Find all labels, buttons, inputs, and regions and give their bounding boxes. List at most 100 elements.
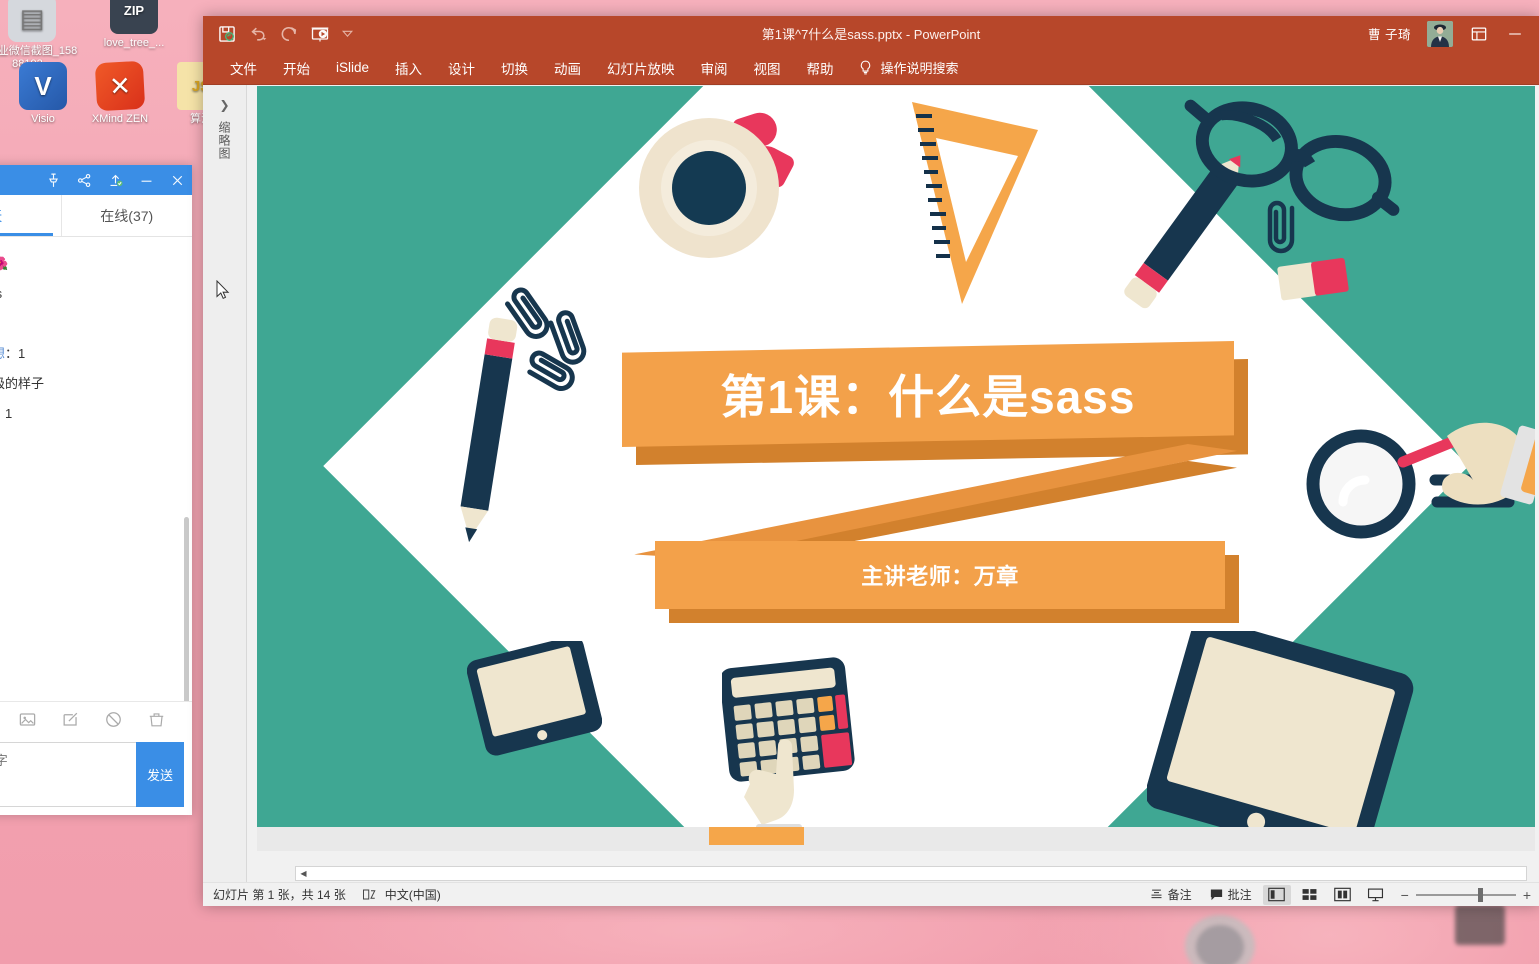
ribbon-tab-review[interactable]: 审阅 — [688, 51, 741, 85]
ribbon-tab-animations[interactable]: 动画 — [541, 51, 594, 85]
ribbon-tab-design[interactable]: 设计 — [435, 51, 488, 85]
zoom-in-button[interactable]: + — [1523, 888, 1531, 902]
notes-icon — [1151, 889, 1162, 899]
xmind-app-icon: ✕ — [94, 60, 146, 112]
slide-subtitle: 主讲老师：万章 — [861, 564, 1019, 589]
powerpoint-body: ❯ 缩略图 第1课：什么是sass 主讲老师：万章 ◀ — [203, 85, 1539, 882]
desktop-icon-zip[interactable]: ZIP love_tree_... — [88, 0, 180, 50]
ribbon-tab-islide[interactable]: iSlide — [323, 51, 382, 85]
zoom-slider-track[interactable] — [1415, 887, 1516, 902]
ribbon-tab-insert[interactable]: 插入 — [382, 51, 435, 85]
language-label[interactable]: 中文(中国) — [385, 886, 441, 903]
visio-app-icon: V — [19, 62, 67, 110]
user-name: 曹 子琦 — [1368, 28, 1411, 42]
thumbnail-pane-collapsed[interactable]: ❯ 缩略图 — [203, 85, 247, 882]
coffee-cup-icon — [639, 108, 797, 258]
wallpaper-blur-object — [1196, 925, 1244, 964]
chat-tab-chat[interactable]: 天 — [0, 195, 61, 236]
tell-me-search[interactable]: 操作说明搜索 — [857, 58, 959, 77]
chat-message: 送给老师🌺 — [0, 249, 192, 279]
chat-message-list[interactable]: 送给老师🌺 希望：less 鱼：1 一自由畅想：1 ：听着高级的样子 ile达芬… — [0, 237, 192, 701]
desktop-icon-label: love_tree_... — [103, 37, 165, 49]
redo-icon[interactable] — [279, 24, 299, 44]
chat-toolbar — [0, 701, 192, 737]
triangle-ruler-icon — [912, 102, 1038, 304]
save-icon[interactable] — [217, 24, 237, 44]
slide-count-label[interactable]: 幻灯片 第 1 张，共 14 张 — [213, 886, 346, 903]
avatar[interactable] — [1427, 20, 1453, 47]
slideshow-view-button[interactable] — [1362, 885, 1390, 905]
magnifier-hand-icon — [1306, 411, 1535, 539]
block-icon[interactable] — [104, 710, 123, 729]
powerpoint-titlebar: 第1课^7什么是sass.pptx - PowerPoint 曹 子琦 — [203, 16, 1539, 51]
chat-message-text: 1 — [5, 406, 13, 421]
slide-sorter-view-button[interactable] — [1296, 885, 1324, 905]
notes-label: 备注 — [1167, 888, 1192, 902]
upload-icon[interactable] — [107, 172, 124, 189]
thumbnail-pane-label[interactable]: 缩略图 — [216, 121, 233, 160]
slide-sorter-icon — [1302, 889, 1317, 900]
eraser-icon — [1277, 257, 1349, 301]
subtitle-banner[interactable]: 主讲老师：万章 — [655, 541, 1240, 623]
chat-tab-online[interactable]: 在线(37) — [60, 195, 193, 236]
titlebar-right-group: 曹 子琦 — [1368, 20, 1539, 47]
share-icon[interactable] — [76, 172, 93, 189]
chat-input[interactable] — [0, 742, 136, 807]
customize-qat-icon[interactable] — [341, 27, 354, 40]
ribbon-display-options-icon[interactable] — [1469, 24, 1489, 44]
notes-button[interactable]: 备注 — [1143, 886, 1198, 903]
slide-editing-area: 第1课：什么是sass 主讲老师：万章 ◀ — [247, 85, 1539, 882]
edit-icon[interactable] — [61, 710, 80, 729]
trash-icon[interactable] — [147, 710, 166, 729]
chat-message-text: 🌺 — [0, 256, 9, 271]
comment-icon — [1210, 889, 1222, 901]
slide-canvas[interactable]: 第1课：什么是sass 主讲老师：万章 — [257, 86, 1535, 851]
chat-scrollbar[interactable] — [184, 517, 189, 701]
pencil-icon — [460, 317, 518, 543]
lightbulb-icon — [860, 60, 870, 75]
image-icon[interactable] — [18, 710, 37, 729]
close-icon[interactable] — [169, 172, 186, 189]
slideshow-icon — [1368, 888, 1384, 902]
quick-access-toolbar — [203, 24, 354, 44]
desktop-icon-xmind[interactable]: ✕ XMind ZEN — [74, 60, 166, 126]
tablet-icon — [467, 641, 602, 756]
ribbon-tab-help[interactable]: 帮助 — [794, 51, 847, 85]
reading-view-button[interactable] — [1329, 885, 1357, 905]
scrollbar-track[interactable]: ◀ — [295, 866, 1527, 881]
ribbon-tab-file[interactable]: 文件 — [217, 51, 270, 85]
ribbon-tab-bar: 文件 开始 iSlide 插入 设计 切换 动画 幻灯片放映 审阅 视图 帮助 … — [203, 51, 1539, 85]
comments-button[interactable]: 批注 — [1203, 886, 1258, 903]
zoom-out-button[interactable]: − — [1401, 888, 1409, 902]
chat-titlebar — [0, 165, 192, 195]
chat-send-button[interactable]: 发送 — [136, 742, 184, 807]
chat-window: 天 在线(37) 送给老师🌺 希望：less 鱼：1 一自由畅想：1 ：听着高级… — [0, 165, 192, 815]
chat-message: ile达芬奇：1 — [0, 399, 192, 429]
ribbon-tab-view[interactable]: 视图 — [741, 51, 794, 85]
zoom-slider-thumb[interactable] — [1477, 887, 1483, 902]
tablet-icon — [1147, 631, 1414, 851]
chat-message-text: 1 — [18, 346, 26, 361]
minimize-icon[interactable] — [138, 172, 155, 189]
tell-me-label: 操作说明搜索 — [880, 61, 959, 76]
comments-label: 批注 — [1227, 888, 1252, 902]
normal-view-button[interactable] — [1262, 884, 1291, 905]
minimize-icon[interactable] — [1505, 24, 1525, 44]
ribbon-tab-slideshow[interactable]: 幻灯片放映 — [594, 51, 688, 85]
proofing-icon[interactable] — [362, 888, 377, 901]
horizontal-scrollbar[interactable]: ◀ — [247, 865, 1539, 882]
ribbon-tab-transitions[interactable]: 切换 — [488, 51, 541, 85]
paperclip-icon — [1267, 200, 1295, 254]
slide-title: 第1课：什么是sass — [720, 371, 1136, 423]
scroll-left-arrow[interactable]: ◀ — [297, 867, 310, 880]
undo-icon[interactable] — [248, 24, 268, 44]
desktop-icon-screenshot[interactable]: ▤ 企业微信截图_15888192... — [0, 0, 78, 71]
chevron-right-icon[interactable]: ❯ — [219, 99, 229, 111]
ribbon-tab-home[interactable]: 开始 — [270, 51, 323, 85]
chat-message: 希望：less — [0, 279, 192, 309]
start-slideshow-icon[interactable] — [310, 24, 330, 44]
title-banner[interactable]: 第1课：什么是sass — [622, 341, 1248, 465]
slide-canvas-container: 第1课：什么是sass 主讲老师：万章 — [247, 85, 1539, 865]
pin-icon[interactable] — [45, 172, 62, 189]
banner-face: 第1课：什么是sass — [622, 341, 1234, 447]
